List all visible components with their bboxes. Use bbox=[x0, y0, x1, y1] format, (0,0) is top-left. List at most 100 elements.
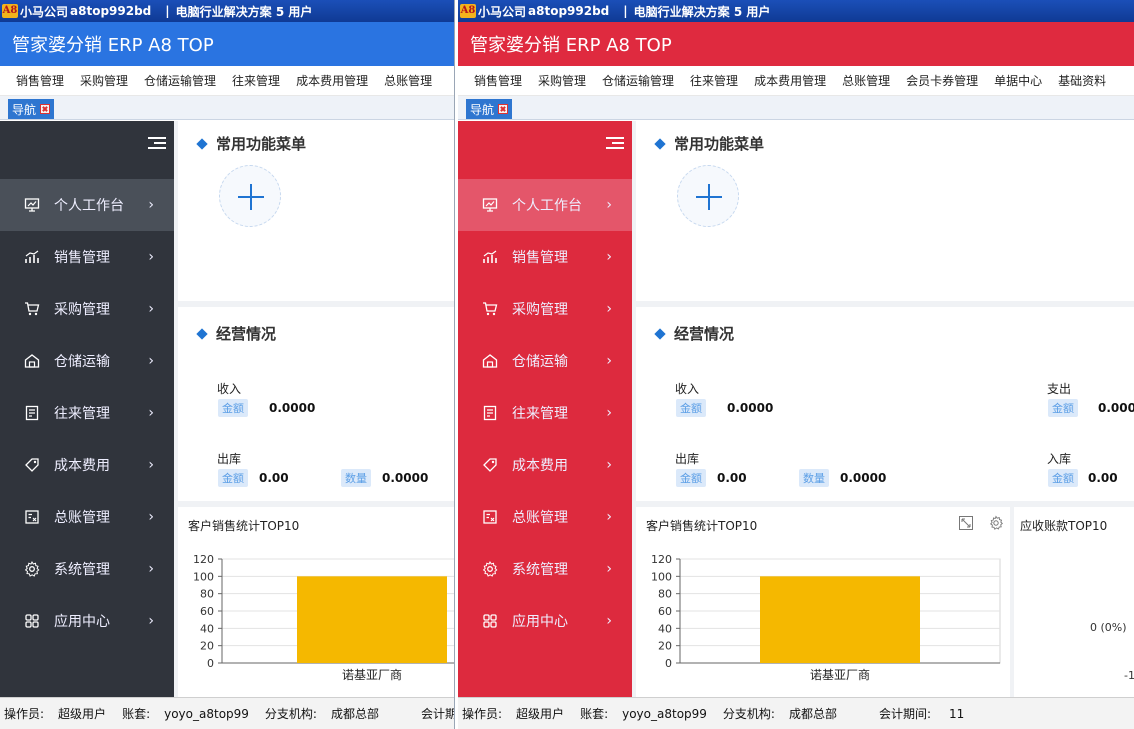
receivable-chart-panel: 应收账款TOP10 0 (0%) -1 bbox=[1014, 507, 1134, 697]
menu-item[interactable]: 总账管理 bbox=[376, 72, 440, 89]
sidebar-item[interactable]: 系统管理 › bbox=[458, 543, 632, 595]
menu-item[interactable]: 仓储运输管理 bbox=[594, 72, 682, 89]
income-value: 0.0000 bbox=[727, 401, 774, 415]
menu-item[interactable]: 往来管理 bbox=[682, 72, 746, 89]
erp-window-blue: A8 小马公司 a8top992bd | 电脑行业解决方案 5 用户 管家婆分销… bbox=[0, 0, 455, 729]
y-tick-label: 0 bbox=[665, 657, 672, 670]
outbound-amount-badge: 金额 bbox=[218, 469, 248, 487]
sidebar-item[interactable]: 总账管理 › bbox=[458, 491, 632, 543]
apps-grid-icon bbox=[482, 613, 498, 629]
inbound-amount-badge: 金额 bbox=[1048, 469, 1078, 487]
business-panel: 经营情况 收入 金额 0.0000 出库 金额 0.00 数量 0.0000 支… bbox=[636, 307, 1134, 501]
close-icon[interactable] bbox=[498, 104, 509, 114]
y-tick-label: 0 bbox=[207, 657, 214, 670]
menu-item[interactable]: 仓储运输管理 bbox=[136, 72, 224, 89]
y-tick-label: 120 bbox=[651, 553, 672, 566]
menu-item[interactable]: 总账管理 bbox=[834, 72, 898, 89]
gear-icon[interactable] bbox=[988, 515, 1004, 531]
dashboard-content: 常用功能菜单 经营情况 收入 金额 0.0000 出库 金额 0.00 数量 0… bbox=[174, 121, 454, 697]
sidebar-item-label: 成本费用 bbox=[54, 458, 110, 474]
diamond-icon bbox=[654, 327, 666, 340]
menu-item[interactable]: 单据中心 bbox=[986, 72, 1050, 89]
apps-grid-icon bbox=[24, 613, 40, 629]
expense-value: 0.0000 bbox=[1098, 401, 1134, 415]
account-value: yoyo_a8top99 bbox=[164, 706, 249, 721]
menu-item[interactable]: 会员卡券管理 bbox=[898, 72, 986, 89]
period-value: 11 bbox=[949, 706, 965, 721]
menu-item[interactable]: 采购管理 bbox=[530, 72, 594, 89]
sidebar-item[interactable]: 销售管理 › bbox=[0, 231, 174, 283]
sidebar-item[interactable]: 采购管理 › bbox=[0, 283, 174, 335]
sidebar-item-label: 应用中心 bbox=[54, 614, 110, 630]
app-header: 管家婆分销 ERP A8 TOP bbox=[0, 22, 454, 66]
sidebar-item-label: 采购管理 bbox=[512, 302, 568, 318]
outbound-qty-badge: 数量 bbox=[341, 469, 371, 487]
y-tick-label: 100 bbox=[193, 570, 214, 583]
sidebar-item[interactable]: 销售管理 › bbox=[458, 231, 632, 283]
sidebar-item[interactable]: 仓储运输 › bbox=[458, 335, 632, 387]
sidebar-item[interactable]: 成本费用 › bbox=[0, 439, 174, 491]
top-menu-bar: 销售管理 采购管理 仓储运输管理 往来管理 成本费用管理 总账管理 会员卡券管理 单据中心 基础… bbox=[458, 66, 1134, 96]
sidebar: 个人工作台 › 销售管理 › 采购管理 › 仓储运输 › 往来管理 › 成本费用 › 总账管理 › 系统管理… bbox=[0, 121, 174, 697]
sidebar-item[interactable]: 采购管理 › bbox=[458, 283, 632, 335]
bar bbox=[760, 576, 920, 663]
menu-item[interactable]: 销售管理 bbox=[466, 72, 530, 89]
tab-navigation[interactable]: 导航 bbox=[466, 99, 513, 119]
fullscreen-icon[interactable] bbox=[958, 515, 974, 531]
operator-value: 超级用户 bbox=[516, 707, 565, 721]
tab-label: 导航 bbox=[470, 102, 495, 117]
top-menu-bar: 销售管理 采购管理 仓储运输管理 往来管理 成本费用管理 总账管理 bbox=[0, 66, 454, 96]
outbound-value: 0.00 bbox=[259, 471, 289, 485]
outbound-label: 出库 bbox=[217, 452, 242, 466]
sidebar-item[interactable]: 应用中心 › bbox=[0, 595, 174, 647]
sidebar-item[interactable]: 成本费用 › bbox=[458, 439, 632, 491]
chevron-right-icon: › bbox=[148, 301, 154, 317]
add-shortcut-button[interactable] bbox=[219, 165, 281, 227]
chevron-right-icon: › bbox=[606, 561, 612, 577]
menu-item[interactable]: 往来管理 bbox=[224, 72, 288, 89]
y-tick-label: 100 bbox=[651, 570, 672, 583]
y-tick-label: 20 bbox=[658, 640, 672, 653]
outbound-value: 0.00 bbox=[717, 471, 747, 485]
sidebar-item[interactable]: 总账管理 › bbox=[0, 491, 174, 543]
collapse-menu-icon[interactable] bbox=[148, 135, 166, 151]
expense-amount-badge: 金额 bbox=[1048, 399, 1078, 417]
sidebar-item[interactable]: 系统管理 › bbox=[0, 543, 174, 595]
outbound-qty-badge: 数量 bbox=[799, 469, 829, 487]
accounting-icon bbox=[24, 509, 40, 525]
gear-icon bbox=[482, 561, 498, 577]
sidebar-item[interactable]: 往来管理 › bbox=[0, 387, 174, 439]
income-label: 收入 bbox=[675, 382, 700, 396]
menu-item[interactable]: 采购管理 bbox=[72, 72, 136, 89]
sidebar-item[interactable]: 个人工作台 › bbox=[0, 179, 174, 231]
sidebar-item[interactable]: 仓储运输 › bbox=[0, 335, 174, 387]
close-icon[interactable] bbox=[40, 104, 51, 114]
panel-title-text: 常用功能菜单 bbox=[674, 135, 765, 153]
outbound-amount-badge: 金额 bbox=[676, 469, 706, 487]
menu-item[interactable]: 成本费用管理 bbox=[746, 72, 834, 89]
branch-value: 成都总部 bbox=[788, 707, 837, 721]
add-shortcut-button[interactable] bbox=[677, 165, 739, 227]
y-tick-label: 40 bbox=[658, 622, 672, 635]
chart-title: 客户销售统计TOP10 bbox=[646, 519, 758, 533]
collapse-menu-icon[interactable] bbox=[606, 135, 624, 151]
menu-item[interactable]: 成本费用管理 bbox=[288, 72, 376, 89]
menu-item[interactable]: 销售管理 bbox=[8, 72, 72, 89]
sidebar-item-label: 仓储运输 bbox=[512, 354, 568, 370]
x-tick-label: 诺基亚厂商 bbox=[342, 667, 402, 682]
sidebar-item[interactable]: 应用中心 › bbox=[458, 595, 632, 647]
menu-item[interactable]: 基础资料 bbox=[1050, 72, 1114, 89]
sidebar-item[interactable]: 个人工作台 › bbox=[458, 179, 632, 231]
monitor-chart-icon bbox=[482, 197, 498, 213]
y-tick-label: 120 bbox=[193, 553, 214, 566]
chevron-right-icon: › bbox=[606, 197, 612, 213]
title-separator: | bbox=[623, 4, 628, 18]
account-code: a8top992bd bbox=[70, 4, 152, 18]
branch-label: 分支机构: bbox=[264, 707, 317, 721]
sidebar-item[interactable]: 往来管理 › bbox=[458, 387, 632, 439]
app-logo-icon: A8 bbox=[2, 4, 18, 18]
cart-icon bbox=[482, 301, 498, 317]
tag-icon bbox=[482, 457, 498, 473]
chevron-right-icon: › bbox=[606, 249, 612, 265]
tab-navigation[interactable]: 导航 bbox=[8, 99, 55, 119]
